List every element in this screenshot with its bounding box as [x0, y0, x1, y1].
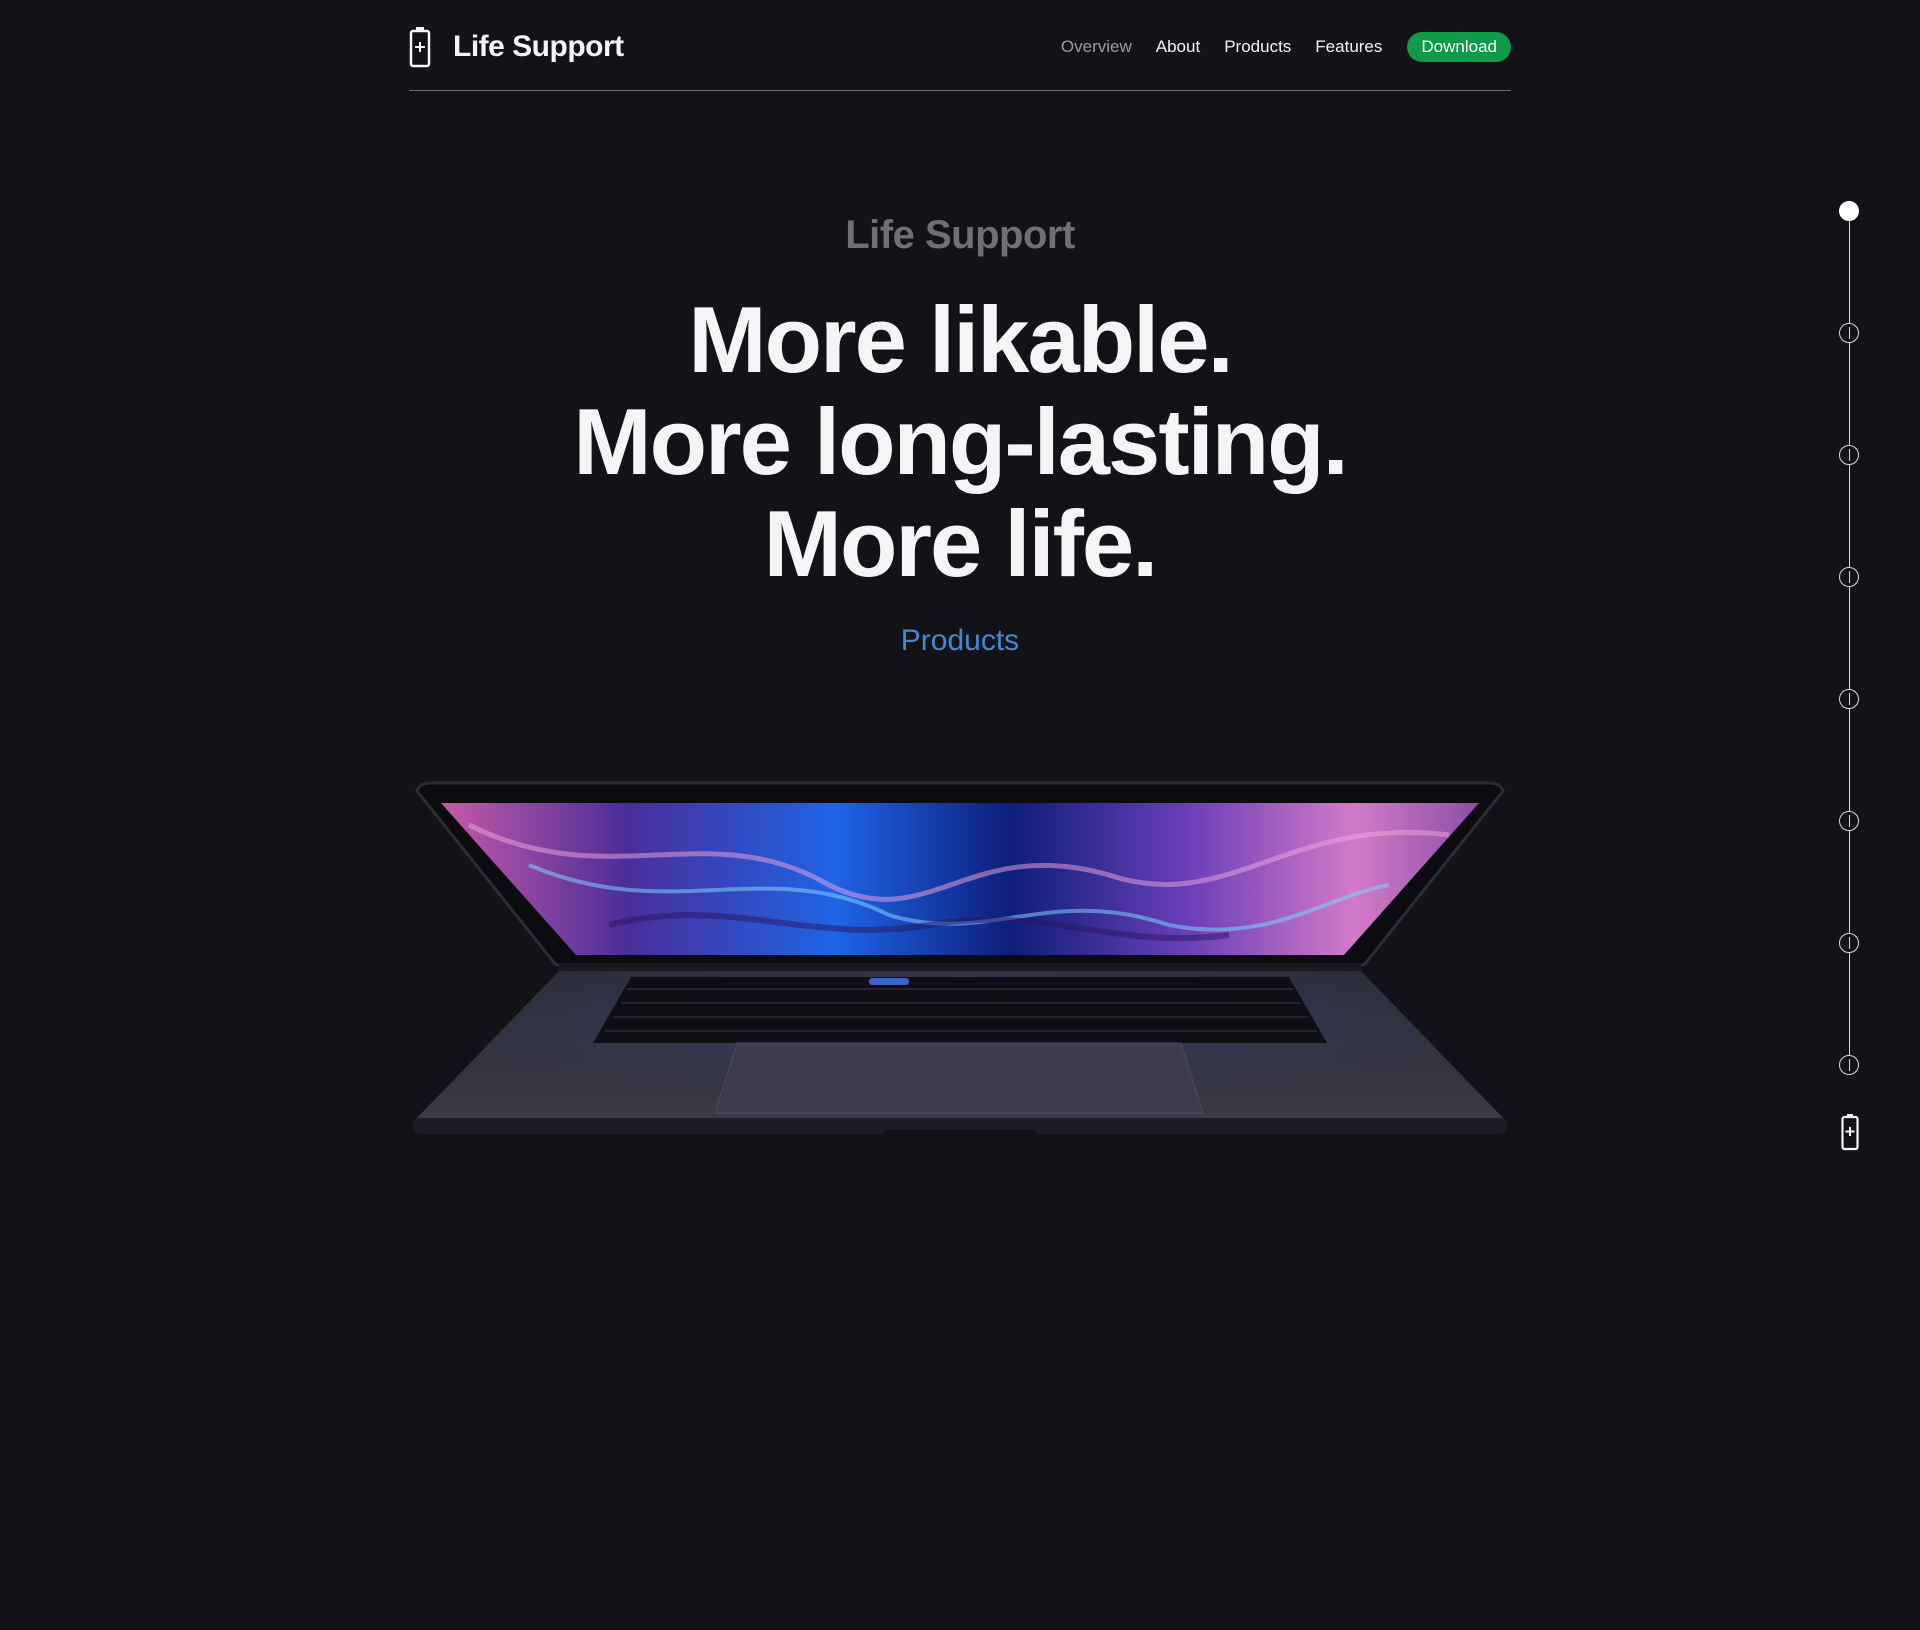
laptop-image	[413, 781, 1507, 1136]
battery-plus-icon[interactable]	[1841, 1113, 1859, 1151]
hero-section: Life Support More likable. More long-las…	[409, 205, 1511, 661]
section-dot-8[interactable]	[1839, 1055, 1859, 1075]
section-dot-2[interactable]	[1839, 323, 1859, 343]
battery-plus-icon	[409, 27, 431, 68]
section-dot-4[interactable]	[1839, 567, 1859, 587]
brand[interactable]: Life Support	[409, 26, 624, 68]
section-dot-5[interactable]	[1839, 689, 1859, 709]
nav-about[interactable]: About	[1156, 37, 1200, 57]
section-dot-1[interactable]	[1839, 201, 1859, 221]
section-nav-rail	[1830, 190, 1870, 1170]
headline-line: More likable.	[688, 287, 1233, 392]
headline-line: More life.	[763, 491, 1159, 596]
nav-overview[interactable]: Overview	[1061, 37, 1132, 57]
headline-line: More long-lasting.	[573, 389, 1348, 494]
nav-products[interactable]: Products	[1224, 37, 1291, 57]
products-link[interactable]: Products	[901, 621, 1019, 661]
section-dot-3[interactable]	[1839, 445, 1859, 465]
main-nav: Overview About Products Features Downloa…	[1061, 32, 1511, 62]
download-button[interactable]: Download	[1407, 32, 1511, 62]
section-dot-7[interactable]	[1839, 933, 1859, 953]
nav-features[interactable]: Features	[1315, 37, 1382, 57]
section-dot-6[interactable]	[1839, 811, 1859, 831]
hero-eyebrow: Life Support	[845, 213, 1075, 257]
site-header: Life Support Overview About Products Fea…	[409, 0, 1511, 91]
brand-name: Life Support	[453, 30, 624, 63]
hero-headline: More likable. More long-lasting. More li…	[409, 289, 1511, 595]
